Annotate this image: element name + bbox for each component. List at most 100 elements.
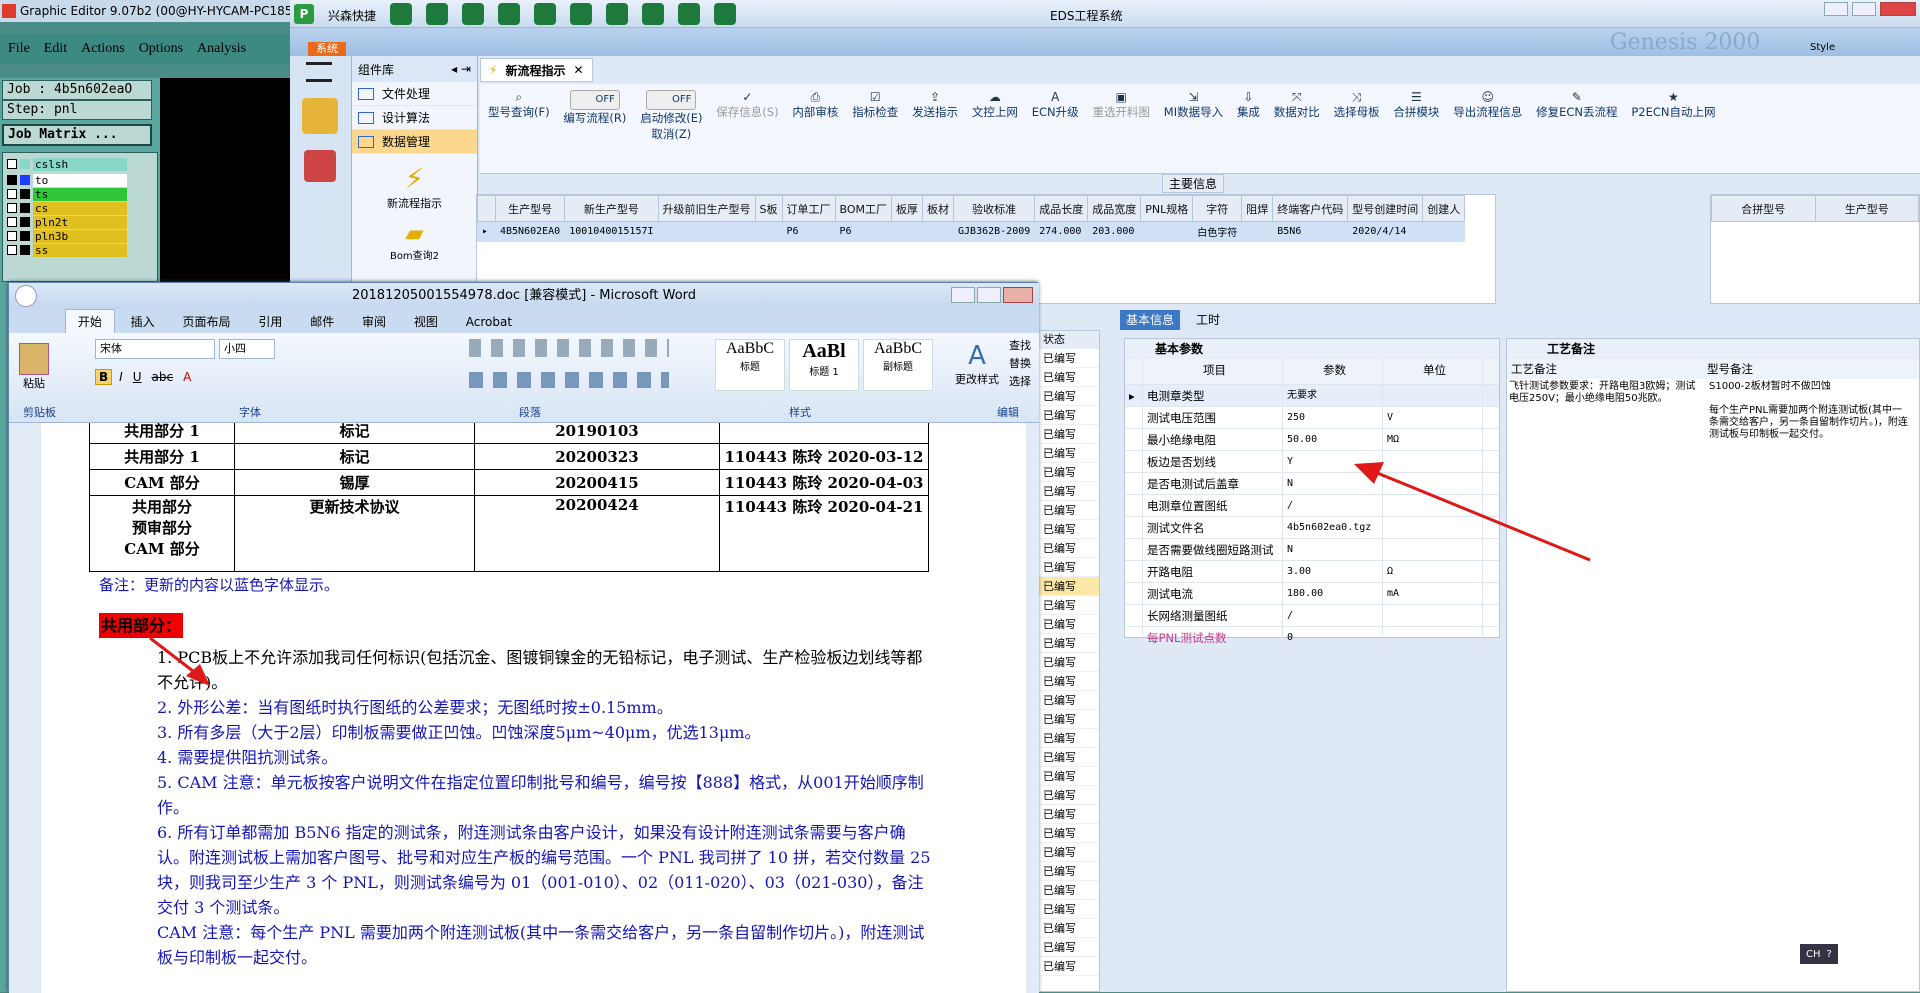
status-item[interactable]: 已编写	[1039, 843, 1099, 862]
tab-review[interactable]: 审阅	[350, 310, 398, 334]
status-item[interactable]: 已编写	[1039, 615, 1099, 634]
tab-references[interactable]: 引用	[246, 310, 294, 334]
param-value[interactable]: /	[1283, 605, 1383, 626]
status-item[interactable]: 已编写	[1039, 596, 1099, 615]
status-item[interactable]: 已编写	[1039, 919, 1099, 938]
copy-icon[interactable]	[570, 3, 592, 25]
table-cell[interactable]	[922, 221, 955, 242]
column-header[interactable]: 终端客户代码	[1272, 195, 1349, 222]
close-icon[interactable]	[1880, 2, 1916, 16]
status-item[interactable]: 已编写	[1039, 463, 1099, 482]
monitor-icon[interactable]	[714, 3, 736, 25]
column-header[interactable]: 订单工厂	[781, 195, 836, 222]
ribbon-reselect[interactable]: ▣ 重选开料图	[1092, 90, 1150, 120]
table-cell[interactable]: B5N6	[1272, 221, 1349, 242]
column-header[interactable]: 成品宽度	[1087, 195, 1142, 222]
style-subtitle[interactable]: AaBbC 副标题	[863, 339, 933, 391]
table-cell[interactable]	[657, 221, 756, 242]
find-button[interactable]: 查找	[1009, 337, 1031, 355]
minimize-icon[interactable]	[951, 287, 975, 303]
nav-item-design[interactable]: 设计算法	[352, 106, 477, 130]
close-icon[interactable]	[1003, 287, 1033, 303]
maximize-icon[interactable]	[1852, 2, 1876, 16]
status-item[interactable]: 已编写	[1039, 653, 1099, 672]
font-name-select[interactable]: 宋体	[95, 339, 215, 359]
status-item[interactable]: 已编写	[1039, 501, 1099, 520]
status-item[interactable]: 已编写	[1039, 824, 1099, 843]
status-item[interactable]: 已编写	[1039, 710, 1099, 729]
ribbon-select-mother[interactable]: ⤨ 选择母板	[1334, 90, 1380, 120]
bold-button[interactable]: B	[95, 369, 113, 385]
tab-new-flow[interactable]: ⚡ 新流程指示 ✕	[480, 58, 593, 82]
status-item[interactable]: 已编写	[1039, 349, 1099, 368]
globe-icon[interactable]	[426, 3, 448, 25]
tab-home[interactable]: 开始	[64, 309, 115, 334]
column-header[interactable]: S板	[754, 195, 783, 222]
table-cell[interactable]: P6	[834, 221, 893, 242]
tab-view[interactable]: 视图	[402, 310, 450, 334]
ribbon-fix-ecn[interactable]: ✎ 修复ECN丢流程	[1536, 90, 1617, 120]
status-item[interactable]: 已编写	[1039, 862, 1099, 881]
table-cell[interactable]: 2020/4/14	[1347, 221, 1424, 242]
status-item[interactable]: 已编写	[1039, 729, 1099, 748]
param-value[interactable]: 180.00	[1283, 583, 1383, 604]
maximize-icon[interactable]	[977, 287, 1001, 303]
strikethrough-button[interactable]: abc	[149, 370, 177, 384]
ribbon-write-flow[interactable]: OFF 编写流程(R)	[563, 90, 626, 126]
table-row[interactable]: ▸ 4B5N602EA0 1001040015157I P6 P6 GJB362B-200…	[477, 221, 1466, 242]
tab-layout[interactable]: 页面布局	[171, 310, 243, 334]
table-cell[interactable]	[1422, 221, 1466, 242]
search-icon[interactable]	[390, 3, 412, 25]
ribbon-save[interactable]: ✓ 保存信息(S)	[716, 90, 778, 120]
status-item[interactable]: 已编写	[1039, 881, 1099, 900]
help-icon[interactable]: ?	[1827, 949, 1832, 960]
ribbon-merge[interactable]: ☰ 合拼模块	[1393, 90, 1439, 120]
yx-app-icon[interactable]	[302, 98, 338, 134]
status-item[interactable]: 已编写	[1039, 482, 1099, 501]
table-cell[interactable]	[1241, 221, 1274, 242]
ribbon-internal-review[interactable]: ⎙ 内部审核	[792, 90, 838, 120]
office-button-icon[interactable]	[15, 285, 37, 307]
column-header[interactable]: 成品长度	[1034, 195, 1089, 222]
pin-icon[interactable]: ◂ ⇥	[451, 62, 471, 76]
column-header[interactable]: 板材	[922, 195, 955, 222]
table-cell[interactable]: GJB362B-2009	[953, 221, 1036, 242]
layer-row[interactable]: pln3b	[7, 229, 127, 243]
ribbon-integrate[interactable]: ⇩ 集成	[1237, 90, 1260, 120]
ime-indicator[interactable]: CH?	[1800, 944, 1838, 964]
menu-edit[interactable]: Edit	[44, 41, 67, 57]
param-value[interactable]: 0	[1283, 627, 1383, 648]
status-item[interactable]: 已编写	[1039, 539, 1099, 558]
tab-acrobat[interactable]: Acrobat	[454, 310, 524, 334]
font-color-button[interactable]: A	[180, 370, 194, 384]
column-header[interactable]: 升级前旧生产型号	[657, 195, 756, 222]
param-row[interactable]: 测试电流 180.00 mA	[1125, 583, 1499, 605]
menu-analysis[interactable]: Analysis	[197, 41, 246, 57]
ribbon-mi-import[interactable]: ⇲ MI数据导入	[1164, 90, 1223, 120]
table-cell[interactable]: 4B5N602EA0	[494, 221, 566, 242]
layer-row[interactable]: pln2t	[7, 215, 127, 229]
scissors-icon[interactable]	[498, 3, 520, 25]
style-menu[interactable]: Style	[1810, 42, 1835, 53]
ribbon-ecn-upgrade[interactable]: A ECN升级	[1032, 90, 1079, 120]
table-cell[interactable]: 203.000	[1087, 221, 1142, 242]
status-item[interactable]: 已编写	[1039, 786, 1099, 805]
param-row[interactable]: 每PNL测试点数 0	[1125, 627, 1499, 649]
ribbon-export[interactable]: ☺ 导出流程信息	[1453, 90, 1522, 120]
table-cell[interactable]	[891, 221, 924, 242]
column-header[interactable]: 验收标准	[953, 195, 1036, 222]
job-matrix-button[interactable]: Job Matrix ...	[2, 124, 152, 146]
status-item[interactable]: 已编写	[1039, 368, 1099, 387]
table-cell[interactable]: 白色字符	[1192, 221, 1243, 242]
status-item[interactable]: 已编写	[1039, 387, 1099, 406]
ribbon-index-check[interactable]: ☑ 指标检查	[852, 90, 898, 120]
table-cell[interactable]: 1001040015157I	[564, 221, 659, 242]
status-item[interactable]: 已编写	[1039, 672, 1099, 691]
status-item[interactable]: 已编写	[1039, 425, 1099, 444]
layer-row[interactable]: ts	[7, 187, 127, 201]
status-item[interactable]: 已编写	[1039, 748, 1099, 767]
user-icon[interactable]	[642, 3, 664, 25]
table-cell[interactable]: P6	[781, 221, 836, 242]
column-header[interactable]: 创建人	[1422, 195, 1466, 222]
align-buttons-icon[interactable]	[469, 372, 669, 388]
